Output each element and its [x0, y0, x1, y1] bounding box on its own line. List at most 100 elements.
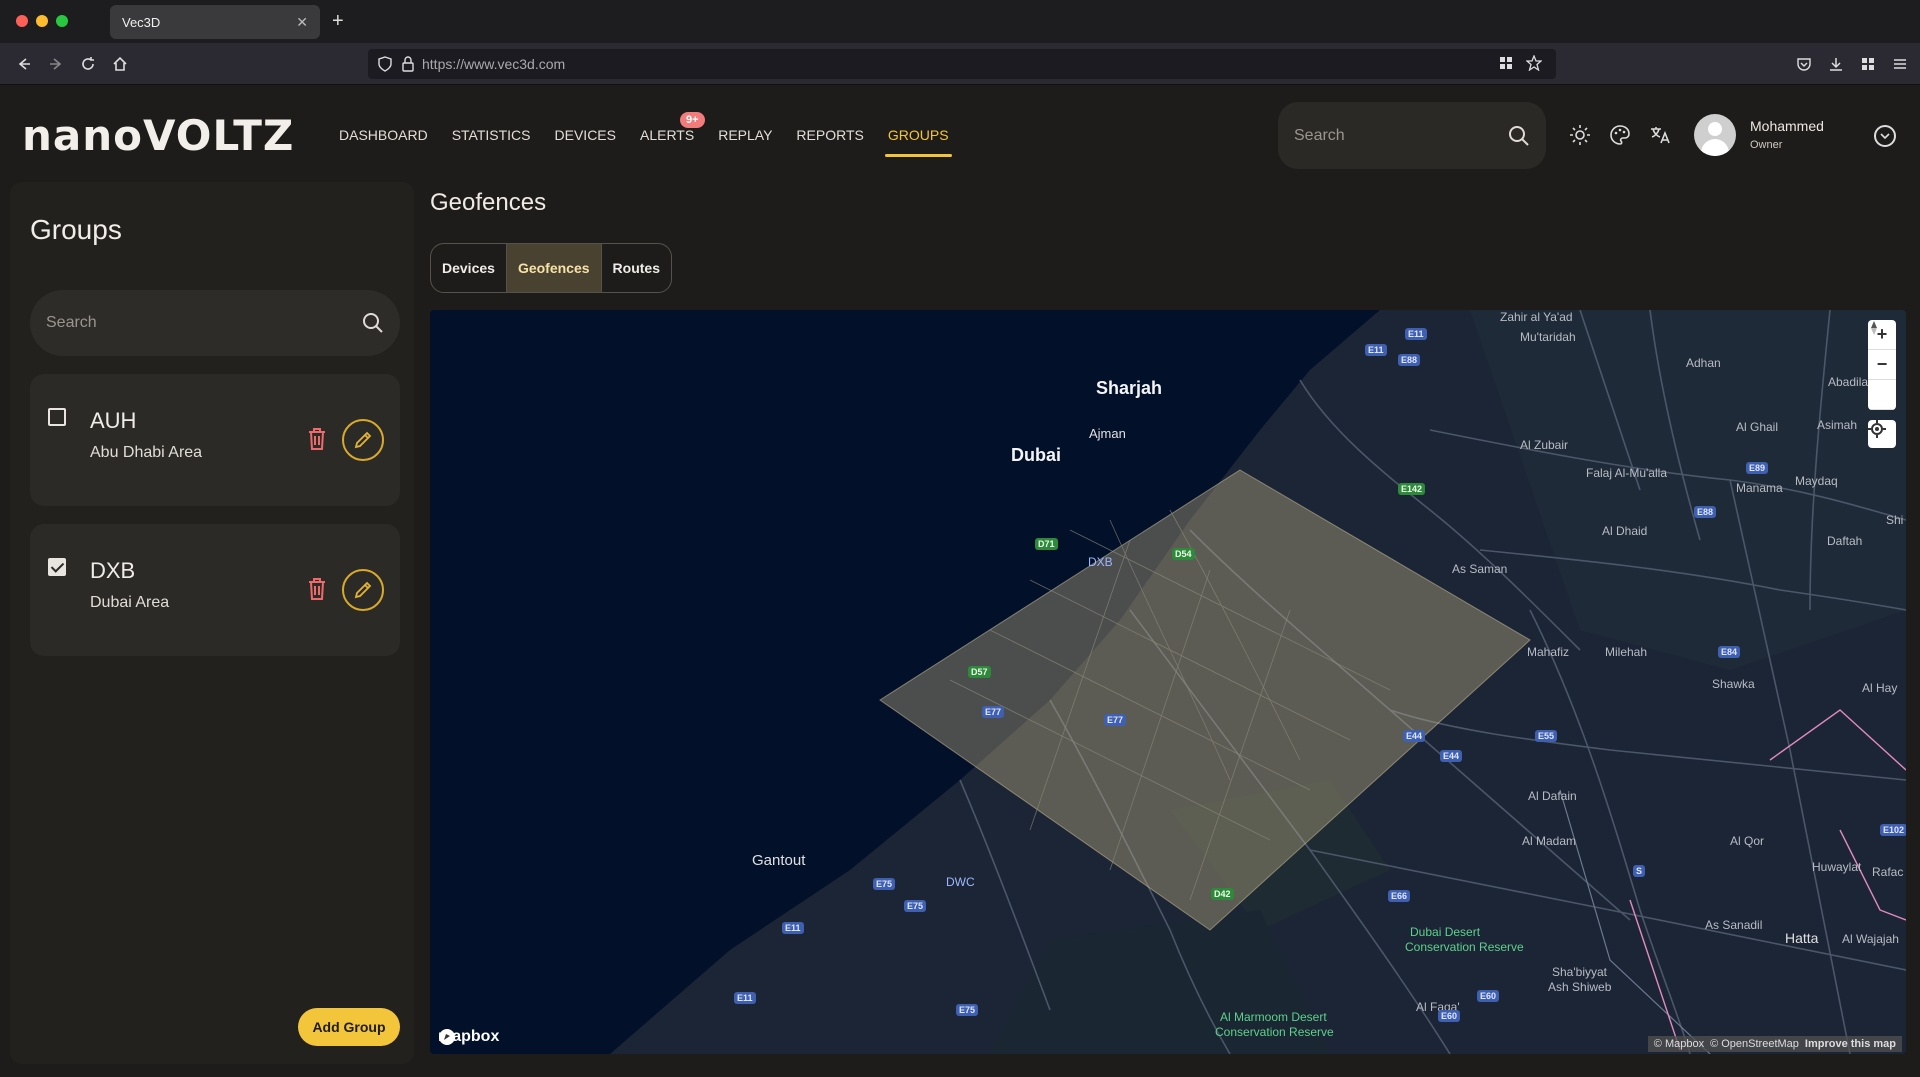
- map-label-dwc: DWC: [946, 875, 975, 889]
- user-role: Owner: [1750, 139, 1783, 151]
- minimize-window-button[interactable]: [36, 15, 48, 27]
- forward-icon[interactable]: [44, 52, 68, 76]
- map-label-alzubair: Al Zubair: [1520, 438, 1569, 452]
- map-label-alwajajah: Al Wajajah: [1842, 932, 1899, 946]
- bookmark-star-icon[interactable]: [1526, 55, 1542, 71]
- nav-alerts-label: ALERTS: [639, 127, 695, 143]
- map-label-assanadil: As Sanadil: [1705, 918, 1763, 932]
- sidebar-title: Groups: [30, 214, 122, 245]
- grid-icon[interactable]: [1498, 55, 1514, 71]
- road-shield: E102: [1880, 824, 1906, 836]
- tab-close-icon[interactable]: ✕: [296, 14, 308, 31]
- group-search-input[interactable]: [46, 314, 362, 332]
- app-logo[interactable]: nanoVOLTZ: [22, 111, 294, 160]
- map-label-dxb: DXB: [1088, 555, 1113, 569]
- home-icon[interactable]: [108, 52, 132, 76]
- delete-icon[interactable]: [306, 426, 328, 452]
- nav-dashboard[interactable]: DASHBOARD: [339, 127, 428, 157]
- browser-tabbar: Vec3D ✕ +: [0, 0, 1920, 43]
- search-icon[interactable]: [1508, 125, 1530, 147]
- tab-devices[interactable]: Devices: [431, 244, 507, 292]
- road-shield: E44: [1403, 730, 1426, 742]
- map-label-manama: Manama: [1736, 481, 1783, 495]
- map-canvas[interactable]: [430, 310, 1906, 1054]
- nav-devices[interactable]: DEVICES: [555, 127, 616, 157]
- compass-button[interactable]: [1868, 321, 1896, 410]
- attribution-osm-link[interactable]: © OpenStreetMap: [1710, 1038, 1799, 1050]
- map-zoom-control: + −: [1868, 320, 1896, 410]
- pocket-icon[interactable]: [1792, 52, 1816, 76]
- map-label-milehah: Milehah: [1605, 645, 1648, 659]
- nav-statistics[interactable]: STATISTICS: [452, 127, 531, 157]
- search-icon[interactable]: [362, 312, 384, 334]
- road-shield: E77: [1104, 714, 1127, 726]
- browser-tab[interactable]: Vec3D ✕: [110, 5, 320, 39]
- palette-icon[interactable]: [1608, 123, 1632, 147]
- close-window-button[interactable]: [16, 15, 28, 27]
- header-search-input[interactable]: [1294, 126, 1508, 145]
- groups-sidebar: Groups AUH Abu Dhabi Area DXB Dubai Area…: [10, 182, 414, 1064]
- group-card-dxb[interactable]: DXB Dubai Area: [30, 524, 400, 656]
- avatar[interactable]: [1694, 114, 1736, 156]
- map-label-dubai: Dubai: [1011, 445, 1062, 465]
- header-search: [1278, 102, 1546, 169]
- map-label-aldhaid: Al Dhaid: [1602, 524, 1648, 538]
- group-checkbox[interactable]: [48, 558, 66, 576]
- theme-sun-icon[interactable]: [1568, 123, 1592, 147]
- url-bar[interactable]: https://www.vec3d.com: [368, 49, 1556, 79]
- map-label-gantout: Gantout: [752, 852, 806, 869]
- user-name: Mohammed: [1750, 118, 1824, 134]
- map-label-ashshiweb: Ash Shiweb: [1548, 980, 1612, 994]
- new-tab-button[interactable]: +: [332, 10, 344, 33]
- group-card-auh[interactable]: AUH Abu Dhabi Area: [30, 374, 400, 506]
- nav-replay[interactable]: REPLAY: [718, 127, 772, 157]
- geolocate-button[interactable]: [1868, 420, 1896, 448]
- browser-navbar: https://www.vec3d.com: [0, 43, 1920, 85]
- download-icon[interactable]: [1824, 52, 1848, 76]
- attribution-improve-link[interactable]: Improve this map: [1805, 1038, 1896, 1050]
- group-description: Dubai Area: [90, 594, 170, 611]
- reload-icon[interactable]: [76, 52, 100, 76]
- geofence-map[interactable]: Sharjah Dubai Ajman Gantout DXB DWC Zahi…: [430, 310, 1906, 1054]
- pencil-icon: [354, 581, 372, 599]
- road-shield: E88: [1694, 506, 1717, 518]
- map-label-adhan: Adhan: [1686, 356, 1721, 370]
- map-label-rafac: Rafac: [1872, 865, 1904, 879]
- lock-icon: [402, 56, 414, 72]
- back-icon[interactable]: [12, 52, 36, 76]
- nav-reports[interactable]: REPORTS: [796, 127, 863, 157]
- tab-geofences[interactable]: Geofences: [506, 244, 602, 292]
- maximize-window-button[interactable]: [56, 15, 68, 27]
- pencil-icon: [354, 431, 372, 449]
- url-text: https://www.vec3d.com: [422, 56, 566, 72]
- translate-icon[interactable]: [1648, 123, 1672, 147]
- group-name: AUH: [90, 408, 137, 433]
- user-menu-chevron-icon[interactable]: [1874, 125, 1896, 147]
- map-label-falaj: Falaj Al-Mu'alla: [1586, 466, 1667, 480]
- road-shield: E75: [956, 1004, 979, 1016]
- map-label-daftah: Daftah: [1827, 534, 1863, 548]
- extensions-icon[interactable]: [1856, 52, 1880, 76]
- edit-button[interactable]: [342, 569, 384, 611]
- main-nav: DASHBOARD STATISTICS DEVICES ALERTS 9+ R…: [339, 112, 973, 157]
- map-label-sharjah: Sharjah: [1096, 378, 1163, 398]
- nav-alerts[interactable]: ALERTS 9+: [639, 112, 705, 157]
- page-title: Geofences: [430, 189, 547, 216]
- road-shield: E55: [1535, 730, 1558, 742]
- map-label-alghail: Al Ghail: [1736, 420, 1779, 434]
- menu-icon[interactable]: [1888, 52, 1912, 76]
- map-label-ajman: Ajman: [1089, 426, 1126, 441]
- zoom-out-button[interactable]: −: [1868, 350, 1896, 380]
- road-shield: E60: [1438, 1010, 1461, 1022]
- group-checkbox[interactable]: [48, 408, 66, 426]
- road-shield: D42: [1211, 888, 1234, 900]
- map-label-abadila: Abadila: [1828, 375, 1869, 389]
- tab-routes[interactable]: Routes: [602, 244, 671, 292]
- add-group-button[interactable]: Add Group: [298, 1008, 400, 1046]
- delete-icon[interactable]: [306, 576, 328, 602]
- attribution-mapbox-link[interactable]: © Mapbox: [1654, 1038, 1704, 1050]
- nav-groups[interactable]: GROUPS: [884, 127, 952, 157]
- group-description: Abu Dhabi Area: [90, 444, 203, 461]
- edit-button[interactable]: [342, 419, 384, 461]
- mapbox-logo[interactable]: mapbox: [438, 1028, 499, 1046]
